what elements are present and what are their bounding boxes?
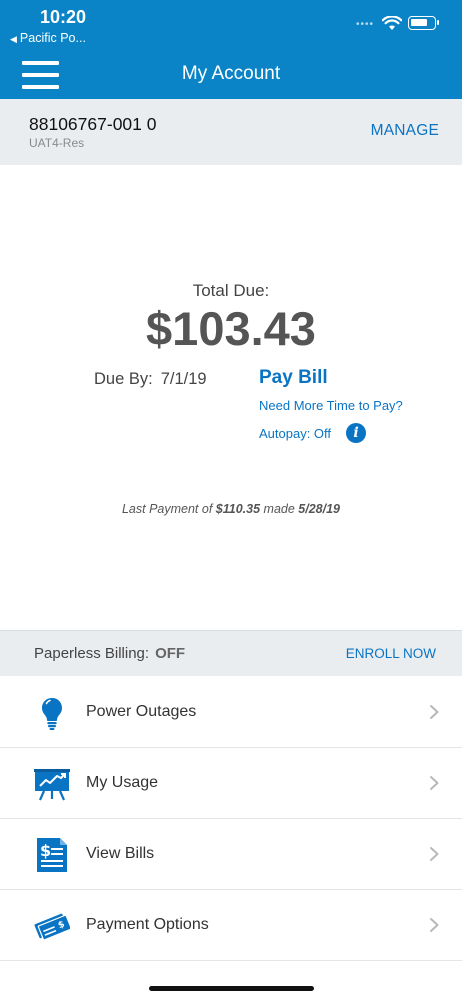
account-header: 88106767-001 0 UAT4-Res MANAGE xyxy=(0,99,462,165)
info-icon[interactable]: i xyxy=(346,423,366,443)
svg-text:$: $ xyxy=(40,841,51,860)
paperless-status: Paperless Billing: OFF xyxy=(34,645,185,662)
menu-label-power-outages: Power Outages xyxy=(86,703,197,720)
chevron-right-icon xyxy=(430,847,439,861)
menu-label-view-bills: View Bills xyxy=(86,845,155,862)
enroll-now-button[interactable]: ENROLL NOW xyxy=(346,646,436,661)
chevron-right-icon xyxy=(430,776,439,790)
last-payment-prefix: Last Payment of xyxy=(121,502,213,516)
total-due-amount: $103.43 xyxy=(146,302,316,355)
signal-dots-icon: •••• xyxy=(356,19,375,30)
payment-check-icon: $ xyxy=(34,913,70,941)
last-payment-date: 5/28/19 xyxy=(298,502,341,516)
last-payment-middle: made xyxy=(263,502,295,516)
paperless-label: Paperless Billing: xyxy=(34,645,150,662)
last-payment-amount: $110.35 xyxy=(215,502,261,516)
back-to-app-link[interactable]: ◀ Pacific Po... xyxy=(10,31,86,45)
total-due-label: Total Due: xyxy=(192,281,270,300)
home-indicator[interactable] xyxy=(149,986,314,991)
usage-chart-icon xyxy=(34,769,70,801)
paperless-status-value: OFF xyxy=(155,645,186,662)
bill-document-icon: $ xyxy=(37,838,67,872)
need-more-time-link[interactable]: Need More Time to Pay? xyxy=(259,398,403,413)
menu-label-my-usage: My Usage xyxy=(86,774,159,791)
back-triangle-icon: ◀ xyxy=(10,34,17,44)
account-type: UAT4-Res xyxy=(29,136,85,150)
menu-item-view-bills[interactable]: $ View Bills xyxy=(0,819,462,890)
menu-label-payment-options: Payment Options xyxy=(86,916,209,933)
lightbulb-icon xyxy=(42,698,62,730)
last-payment-text: Last Payment of $110.35 made 5/28/19 xyxy=(0,502,462,516)
manage-button[interactable]: MANAGE xyxy=(371,122,439,140)
menu-item-power-outages[interactable]: Power Outages xyxy=(0,677,462,748)
chevron-right-icon xyxy=(430,918,439,932)
account-number: 88106767-001 0 xyxy=(29,114,157,134)
due-date: 7/1/19 xyxy=(160,370,207,388)
autopay-link[interactable]: Autopay: Off xyxy=(259,426,331,441)
due-by-label: Due By: xyxy=(94,370,153,388)
back-app-name: Pacific Po... xyxy=(19,31,86,45)
chevron-right-icon xyxy=(430,705,439,719)
status-time: 10:20 xyxy=(40,7,87,27)
pay-bill-button[interactable]: Pay Bill xyxy=(259,367,328,389)
due-by: Due By: 7/1/19 xyxy=(94,370,207,389)
nav-bar: My Account xyxy=(0,56,462,99)
page-title: My Account xyxy=(181,63,281,84)
paperless-billing-bar: Paperless Billing: OFF ENROLL NOW xyxy=(0,630,462,676)
wifi-icon xyxy=(382,16,402,30)
status-bar: 10:20 ◀ Pacific Po... •••• xyxy=(0,0,462,56)
battery-icon xyxy=(408,16,439,30)
menu-item-payment-options[interactable]: $ Payment Options xyxy=(0,890,462,961)
menu-item-my-usage[interactable]: My Usage xyxy=(0,748,462,819)
